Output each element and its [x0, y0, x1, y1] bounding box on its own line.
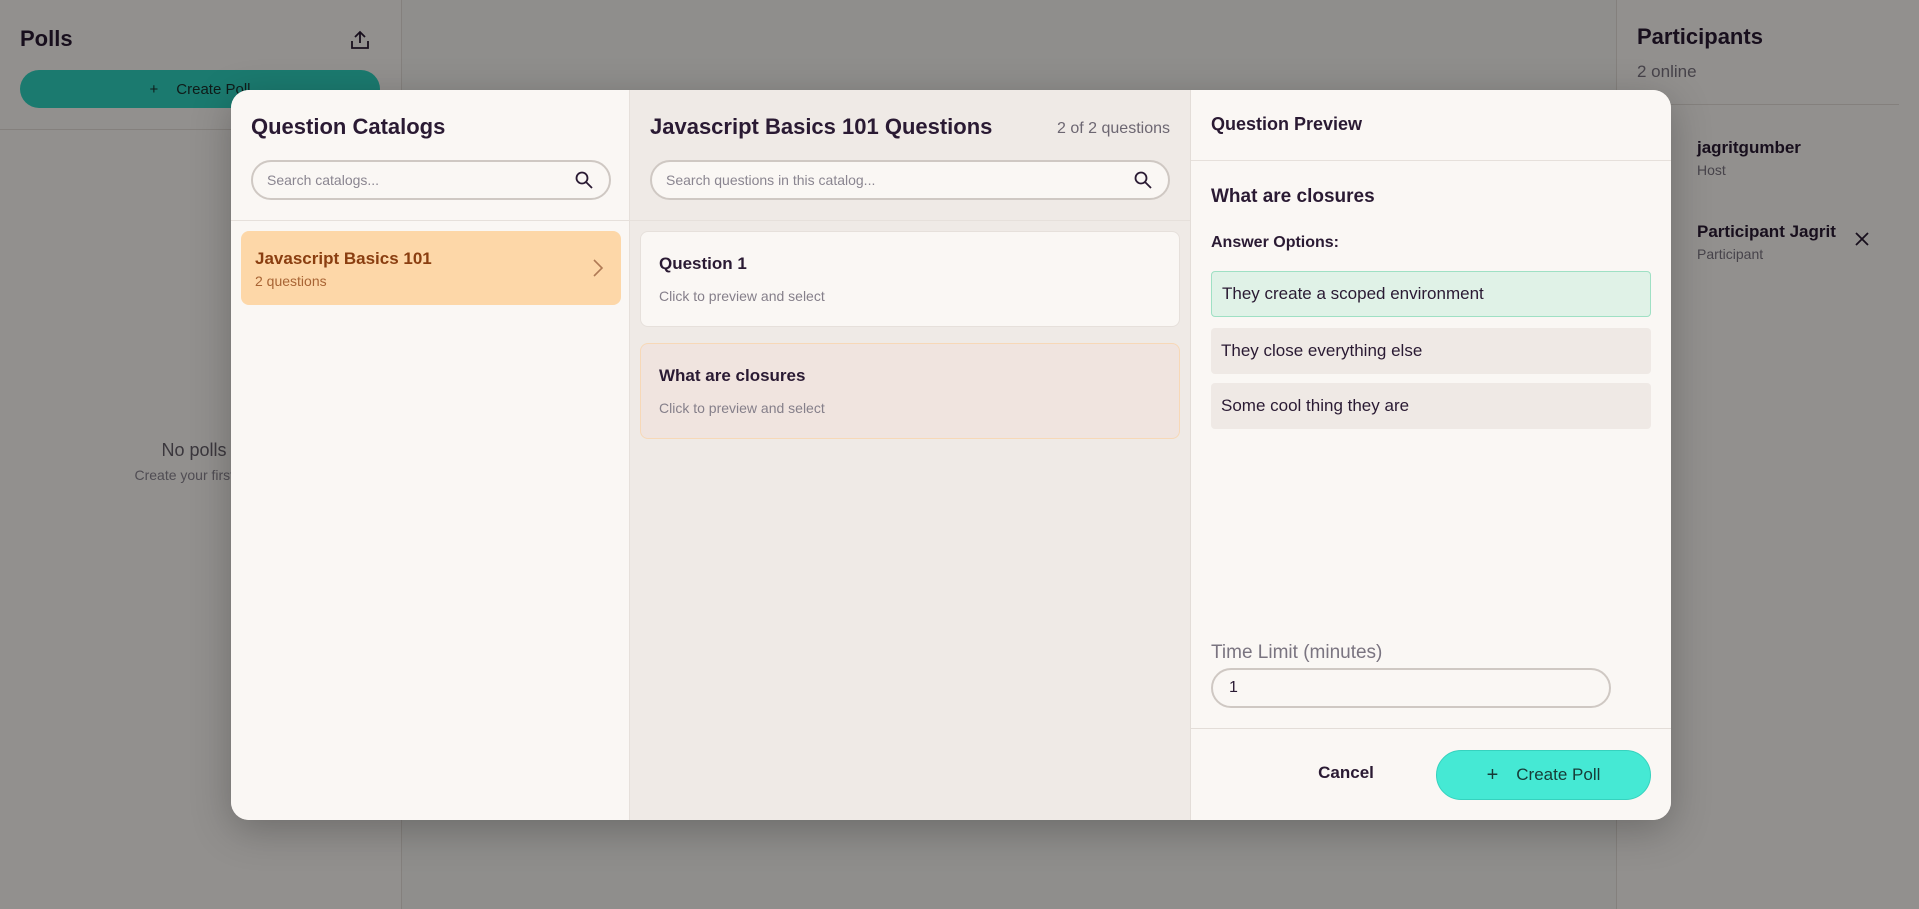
answer-option: They close everything else [1211, 328, 1651, 374]
footer-divider [1191, 728, 1671, 729]
time-limit-input[interactable] [1229, 679, 1593, 697]
catalog-name: Javascript Basics 101 [255, 249, 432, 268]
create-poll-submit-label: Create Poll [1516, 765, 1601, 784]
time-limit-field [1211, 668, 1611, 708]
question-card[interactable]: Question 1 Click to preview and select [640, 231, 1180, 327]
catalog-search-input[interactable] [267, 172, 573, 188]
question-hint: Click to preview and select [659, 288, 825, 304]
plus-icon: + [1486, 763, 1499, 786]
preview-title: Question Preview [1211, 114, 1363, 134]
answer-option-correct: They create a scoped environment [1211, 271, 1651, 317]
question-search [650, 160, 1170, 200]
answer-options-label: Answer Options: [1211, 234, 1340, 251]
questions-count: 2 of 2 questions [1057, 120, 1170, 137]
cancel-button[interactable]: Cancel [1291, 752, 1401, 794]
questions-column: Javascript Basics 101 Questions 2 of 2 q… [630, 90, 1191, 820]
question-hint: Click to preview and select [659, 400, 825, 416]
answer-option: Some cool thing they are [1211, 383, 1651, 429]
questions-title: Javascript Basics 101 Questions [650, 114, 993, 139]
question-title: Question 1 [659, 254, 747, 273]
question-title: What are closures [659, 366, 806, 385]
catalog-question-count: 2 questions [255, 273, 327, 289]
catalog-search [251, 160, 611, 200]
search-icon[interactable] [1132, 169, 1154, 191]
search-icon[interactable] [573, 169, 595, 191]
question-card-selected[interactable]: What are closures Click to preview and s… [640, 343, 1180, 439]
chevron-right-icon [587, 257, 607, 279]
preview-column: Question Preview What are closures Answe… [1191, 90, 1671, 820]
preview-header: Question Preview [1191, 90, 1671, 161]
question-search-input[interactable] [666, 172, 1132, 188]
time-limit-label: Time Limit (minutes) [1211, 642, 1383, 663]
catalogs-header: Question Catalogs [231, 90, 629, 221]
catalogs-column: Question Catalogs Javascript Basics 101 … [231, 90, 630, 820]
create-poll-submit-button[interactable]: + Create Poll [1436, 750, 1651, 800]
catalog-item[interactable]: Javascript Basics 101 2 questions [241, 231, 621, 305]
catalogs-title: Question Catalogs [251, 114, 446, 139]
question-catalog-modal: Question Catalogs Javascript Basics 101 … [231, 90, 1671, 820]
questions-header: Javascript Basics 101 Questions 2 of 2 q… [630, 90, 1190, 221]
preview-question-text: What are closures [1211, 186, 1375, 207]
